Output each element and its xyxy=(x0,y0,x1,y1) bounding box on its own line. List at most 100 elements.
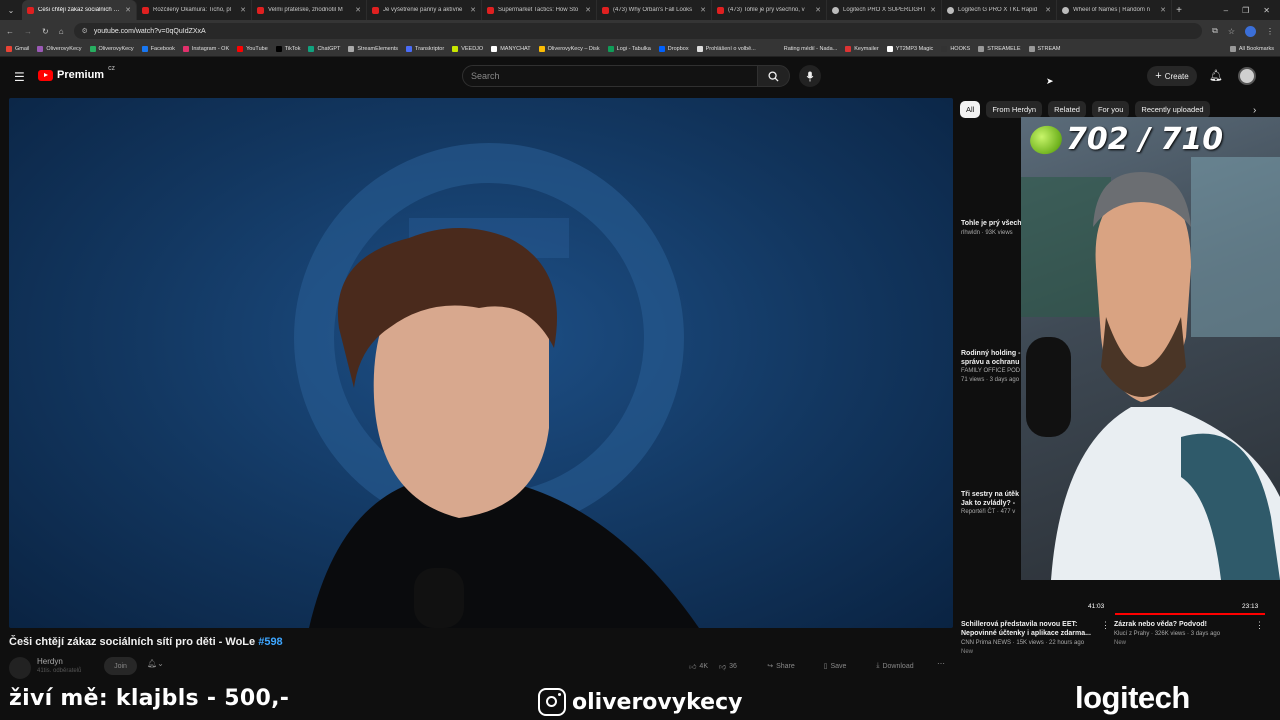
url-field[interactable]: ⚙ youtube.com/watch?v=0qQuIdZXxA xyxy=(73,23,1203,39)
bookmark[interactable]: TikTok xyxy=(275,46,300,52)
browser-tab[interactable]: Wheel of Names | Random n ✕ xyxy=(1057,0,1172,20)
create-button[interactable]: + Create xyxy=(1147,66,1197,86)
browser-tab[interactable]: Češi chtějí zákaz sociálních sítí ✕ xyxy=(22,0,137,20)
chevron-right-icon[interactable]: › xyxy=(1253,105,1256,116)
home-icon[interactable]: ⌂ xyxy=(59,27,64,36)
new-tab-icon[interactable]: + xyxy=(1172,5,1186,16)
close-tab-icon[interactable]: ✕ xyxy=(700,6,706,14)
chip-all[interactable]: All xyxy=(960,101,981,118)
browser-tab[interactable]: Logitech G PRO X TKL Rapid ✕ xyxy=(942,0,1057,20)
site-info-icon[interactable]: ⚙ xyxy=(82,27,88,35)
bookmark[interactable]: Instagram - OK xyxy=(182,46,229,52)
like-count[interactable]: 4K xyxy=(699,663,708,670)
hashtag-link[interactable]: #598 xyxy=(258,636,282,648)
reload-icon[interactable]: ↻ xyxy=(42,27,49,36)
chip-related[interactable]: Related xyxy=(1048,101,1086,118)
menu-dots-icon[interactable]: ⋮ xyxy=(1266,27,1274,36)
chip-from-herdyn[interactable]: From Herdyn xyxy=(986,101,1043,118)
channel-avatar[interactable] xyxy=(9,657,31,679)
bookmark[interactable]: YT2MP3 Magic xyxy=(886,46,933,52)
youtube-favicon-icon xyxy=(142,6,149,14)
list-item[interactable]: Zázrak nebo věda? Podvod! Klucí z Prahy … xyxy=(1114,620,1254,648)
thumbs-up-icon[interactable]: 👍︎ xyxy=(689,662,696,671)
list-item[interactable]: Tři sestry na útěk Jak to zvládly? - Rep… xyxy=(961,490,1021,517)
bookmark[interactable]: OliverovyKecy xyxy=(89,46,134,52)
list-item[interactable]: Schillerová představila novou EET: Nepov… xyxy=(961,620,1101,657)
chip-recently-uploaded[interactable]: Recently uploaded xyxy=(1135,101,1210,118)
bookmark[interactable]: ChatGPT xyxy=(308,46,340,52)
bookmark[interactable]: StreamElements xyxy=(348,46,398,52)
profile-icon[interactable] xyxy=(1245,25,1256,37)
bookmark-folder[interactable]: STREAMELE xyxy=(978,46,1021,52)
list-item[interactable]: Tohle je prý všech rlhwldn · 93K views xyxy=(961,219,1021,238)
tab-search-icon[interactable]: ⌄ xyxy=(0,6,22,15)
close-tab-icon[interactable]: ✕ xyxy=(470,6,476,14)
browser-tab[interactable]: Velmi přátelské, zhodnotil M ✕ xyxy=(252,0,367,20)
download-button[interactable]: ⤓ Download xyxy=(865,657,925,675)
voice-search-button[interactable] xyxy=(799,65,821,87)
bookmark[interactable]: Transkriptor xyxy=(406,46,444,52)
browser-tab[interactable]: (473) Tohle je prý všechno, v ✕ xyxy=(712,0,827,20)
close-tab-icon[interactable]: ✕ xyxy=(240,6,246,14)
close-window-icon[interactable]: ✕ xyxy=(1263,6,1270,15)
bookmark[interactable]: Gmail xyxy=(6,46,29,52)
search-button[interactable] xyxy=(757,65,790,87)
hamburger-menu-icon[interactable]: ☰ xyxy=(14,70,25,84)
close-tab-icon[interactable]: ✕ xyxy=(585,6,591,14)
bookmark[interactable]: Keymailer xyxy=(845,46,879,52)
bookmark[interactable]: Rating médií - Nada... xyxy=(784,46,838,52)
browser-tab[interactable]: (473) Why Orban's Fall Looks ✕ xyxy=(597,0,712,20)
bookmark[interactable]: Prohlášení o volbě... xyxy=(696,46,756,52)
bookmark[interactable]: OliverovyKecy – Disk xyxy=(538,46,600,52)
share-button[interactable]: ↪ Share xyxy=(759,657,803,675)
close-tab-icon[interactable]: ✕ xyxy=(1045,6,1051,14)
youtube-premium-logo[interactable]: Premium CZ xyxy=(38,66,115,81)
bookmark-star-icon[interactable]: ☆ xyxy=(1228,27,1235,36)
close-tab-icon[interactable]: ✕ xyxy=(1160,6,1166,14)
back-icon[interactable]: ← xyxy=(6,27,14,36)
close-tab-icon[interactable]: ✕ xyxy=(930,6,936,14)
close-tab-icon[interactable]: ✕ xyxy=(125,6,131,14)
goal-counter: 702 / 710 xyxy=(1026,121,1223,158)
all-bookmarks-folder[interactable]: All Bookmarks xyxy=(1229,46,1274,52)
more-options-icon[interactable]: ⋮ xyxy=(1101,620,1110,631)
restore-icon[interactable]: ❐ xyxy=(1242,6,1249,15)
list-item[interactable]: Rodinný holding - správu a ochranu FAMIL… xyxy=(961,349,1021,385)
subscribe-bell-icon[interactable]: 🔔︎⌄ xyxy=(147,659,164,668)
search-input[interactable]: Search xyxy=(462,65,758,87)
browser-tab[interactable]: Logitech PRO X SUPERLIGHT ✕ xyxy=(827,0,942,20)
bookmark[interactable]: MANYCHAT xyxy=(491,46,531,52)
bookmarks-bar: Gmail OliverovyKecy OliverovyKecy Facebo… xyxy=(0,42,1280,57)
avatar[interactable] xyxy=(1238,67,1256,85)
bookmark[interactable]: YouTube xyxy=(237,46,268,52)
save-button[interactable]: ▯ Save xyxy=(815,657,855,675)
like-dislike-group: 👍︎ 4K 👎︎ 36 xyxy=(673,657,753,675)
close-tab-icon[interactable]: ✕ xyxy=(355,6,361,14)
browser-tab[interactable]: Rozčilený Okamura: Ticho, pl ✕ xyxy=(137,0,252,20)
thumbs-down-icon[interactable]: 👎︎ xyxy=(719,662,726,671)
youtube-logo-icon xyxy=(38,69,53,81)
channel-name[interactable]: Herdyn xyxy=(37,657,63,666)
notifications-bell-icon[interactable]: 🔔︎ xyxy=(1209,69,1223,82)
video-player[interactable] xyxy=(9,98,953,628)
bookmark[interactable]: OliverovyKecy xyxy=(37,46,82,52)
close-tab-icon[interactable]: ✕ xyxy=(815,6,821,14)
bookmark[interactable]: VEEDJO xyxy=(452,46,483,52)
bookmark[interactable]: Facebook xyxy=(141,46,175,52)
subscriber-count: 41tis. odběratelů xyxy=(37,668,82,674)
browser-tab[interactable]: Je vyšetrenie panny a aktívne ✕ xyxy=(367,0,482,20)
bookmark[interactable]: HOOKS xyxy=(941,46,970,52)
chip-for-you[interactable]: For you xyxy=(1091,101,1130,118)
more-actions-icon[interactable]: ⋯ xyxy=(937,659,945,668)
bookmark-folder[interactable]: STREAM xyxy=(1028,46,1060,52)
microphone-icon xyxy=(806,70,814,82)
bookmark-icon: ▯ xyxy=(823,663,828,670)
forward-icon[interactable]: → xyxy=(24,27,32,36)
more-options-icon[interactable]: ⋮ xyxy=(1255,620,1264,631)
minimize-icon[interactable]: – xyxy=(1224,6,1228,15)
bookmark[interactable]: Dropbox xyxy=(658,46,689,52)
extensions-icon[interactable]: ⧉ xyxy=(1212,26,1218,36)
browser-tab[interactable]: Supermarket Tactics: How Sto ✕ xyxy=(482,0,597,20)
join-button[interactable]: Join xyxy=(104,657,137,675)
bookmark[interactable]: Logi - Tabulka xyxy=(607,46,651,52)
